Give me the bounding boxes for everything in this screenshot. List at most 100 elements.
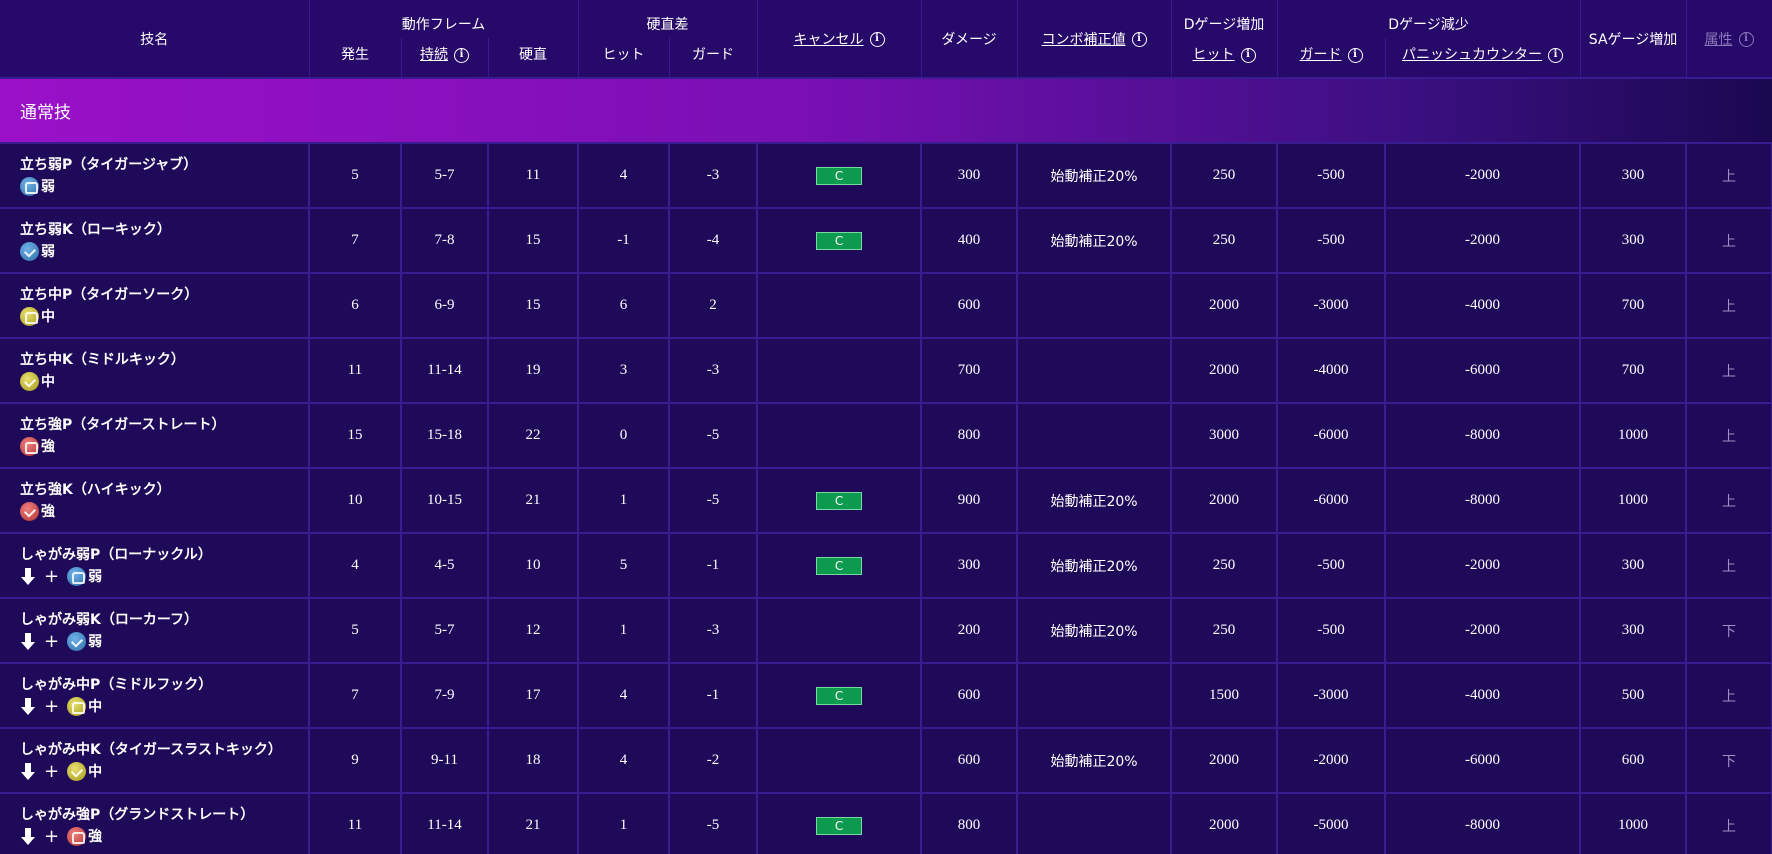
drive-gain-hit-cell: 250 xyxy=(1171,598,1279,664)
heavy-punch-icon xyxy=(20,437,39,456)
attribute-cell: 上 xyxy=(1686,208,1772,274)
drive-reduce-block-cell: -2000 xyxy=(1277,728,1387,794)
damage-cell: 300 xyxy=(921,143,1019,209)
drive-gain-hit-cell: 250 xyxy=(1171,143,1279,209)
strength-label: 弱 xyxy=(88,633,103,650)
on-block-cell: -5 xyxy=(669,793,759,854)
on-hit-cell: 4 xyxy=(578,728,671,794)
info-icon[interactable]: i xyxy=(1347,47,1363,63)
move-name: 立ち弱K（ローキック） xyxy=(20,221,171,238)
drive-reduce-block-cell: -3000 xyxy=(1277,273,1387,339)
on-hit-cell: -1 xyxy=(578,208,671,274)
move-input: 中 xyxy=(20,306,307,328)
header-attribute-link[interactable]: 属性 xyxy=(1705,32,1733,48)
sa-gain-cell: 1000 xyxy=(1580,793,1688,854)
startup-cell: 7 xyxy=(309,208,402,274)
move-input: + 強 xyxy=(20,826,307,848)
header-drive-reduce-block[interactable]: ガード i xyxy=(1277,38,1386,78)
sa-gain-cell: 300 xyxy=(1580,598,1688,664)
header-active-link[interactable]: 持続 xyxy=(420,47,448,63)
header-cancel[interactable]: キャンセル i xyxy=(757,0,922,78)
drive-reduce-block-cell: -4000 xyxy=(1277,338,1387,404)
sa-gain-cell: 1000 xyxy=(1580,403,1688,469)
header-drive-reduce-block-link[interactable]: ガード xyxy=(1300,47,1342,63)
startup-cell: 10 xyxy=(309,468,402,534)
frame-data-table: 技名 動作フレーム 硬直差 キャンセル i ダメージ コンボ補正値 i Dゲージ増加… xyxy=(0,0,1772,854)
strength-label: 中 xyxy=(41,308,55,325)
header-attribute[interactable]: 属性 i xyxy=(1686,0,1772,78)
sa-gain-cell: 300 xyxy=(1580,208,1688,274)
heavy-punch-icon xyxy=(67,827,87,846)
header-combo-scaling-link[interactable]: コンボ補正値 xyxy=(1042,32,1126,48)
header-drive-reduce-punish[interactable]: パニッシュカウンター i xyxy=(1385,38,1581,78)
combo-scaling-cell xyxy=(1017,663,1173,729)
on-block-cell: -5 xyxy=(669,468,759,534)
table-row: 立ち中K（ミドルキック） 中 11 11-14 19 3 -3 700 2000… xyxy=(0,338,1772,404)
drive-gain-hit-cell: 250 xyxy=(1171,533,1279,599)
combo-scaling-cell: 始動補正20% xyxy=(1017,208,1173,274)
on-hit-cell: 0 xyxy=(578,403,671,469)
table-body: 通常技 立ち弱P（タイガージャブ） 弱 5 5-7 11 4 -3 C 300 … xyxy=(0,77,1772,854)
drive-reduce-block-cell: -500 xyxy=(1277,598,1387,664)
strength-label: 中 xyxy=(88,763,103,780)
active-cell: 11-14 xyxy=(401,793,489,854)
info-icon[interactable]: i xyxy=(454,47,469,63)
move-name: しゃがみ中P（ミドルフック） xyxy=(20,676,213,693)
header-drive-gain-hit[interactable]: ヒット i xyxy=(1171,38,1278,78)
drive-reduce-punish-cell: -8000 xyxy=(1385,793,1582,854)
cancel-cell xyxy=(757,273,923,339)
recovery-cell: 19 xyxy=(488,338,580,404)
recovery-cell: 17 xyxy=(488,663,580,729)
startup-cell: 11 xyxy=(309,793,402,854)
on-block-cell: -1 xyxy=(669,663,759,729)
startup-cell: 5 xyxy=(309,598,402,664)
header-active[interactable]: 持続 i xyxy=(401,38,489,78)
attribute-cell: 上 xyxy=(1686,338,1772,404)
attribute-cell: 上 xyxy=(1686,273,1772,339)
sa-gain-cell: 300 xyxy=(1580,143,1688,209)
on-block-cell: -3 xyxy=(669,598,759,664)
header-cancel-link[interactable]: キャンセル xyxy=(794,32,864,48)
info-icon[interactable]: i xyxy=(869,32,885,47)
active-cell: 7-8 xyxy=(401,208,489,274)
drive-gain-hit-cell: 250 xyxy=(1171,208,1279,274)
startup-cell: 4 xyxy=(309,533,402,599)
on-block-cell: 2 xyxy=(669,273,759,339)
move-input: + 弱 xyxy=(20,631,307,653)
info-icon[interactable]: i xyxy=(1131,32,1147,47)
cancel-badge: C xyxy=(816,166,863,185)
strength-label: 弱 xyxy=(88,568,103,585)
info-icon[interactable]: i xyxy=(1738,32,1754,47)
header-drive-reduce-punish-link[interactable]: パニッシュカウンター xyxy=(1402,47,1542,63)
sa-gain-cell: 500 xyxy=(1580,663,1688,729)
on-hit-cell: 1 xyxy=(578,468,671,534)
header-combo-scaling[interactable]: コンボ補正値 i xyxy=(1017,0,1172,78)
header-startup: 発生 xyxy=(309,38,402,78)
strength-label: 中 xyxy=(41,373,55,390)
active-cell: 7-9 xyxy=(401,663,489,729)
attribute-cell: 上 xyxy=(1686,143,1772,209)
info-icon[interactable]: i xyxy=(1548,47,1564,63)
recovery-cell: 21 xyxy=(488,793,580,854)
heavy-kick-icon xyxy=(20,502,39,521)
medium-punch-icon xyxy=(67,697,87,716)
section-title: 通常技 xyxy=(0,77,1772,144)
move-name-cell: 立ち強K（ハイキック） 強 xyxy=(0,468,310,534)
damage-cell: 800 xyxy=(921,403,1019,469)
drive-reduce-punish-cell: -6000 xyxy=(1385,338,1582,404)
cancel-cell xyxy=(757,598,923,664)
strength-label: 弱 xyxy=(41,243,55,260)
down-arrow-icon xyxy=(20,827,36,847)
move-input: 強 xyxy=(20,436,307,458)
info-icon[interactable]: i xyxy=(1240,47,1256,63)
cancel-badge: C xyxy=(816,686,863,705)
damage-cell: 300 xyxy=(921,533,1019,599)
move-input: + 中 xyxy=(20,696,307,718)
light-kick-icon xyxy=(67,632,87,651)
drive-gain-hit-cell: 2000 xyxy=(1171,728,1279,794)
header-drive-gain-hit-link[interactable]: ヒット xyxy=(1193,47,1235,63)
damage-cell: 900 xyxy=(921,468,1019,534)
header-on-block: ガード xyxy=(669,38,758,78)
on-block-cell: -3 xyxy=(669,143,759,209)
move-name: 立ち強P（タイガーストレート） xyxy=(20,416,226,433)
